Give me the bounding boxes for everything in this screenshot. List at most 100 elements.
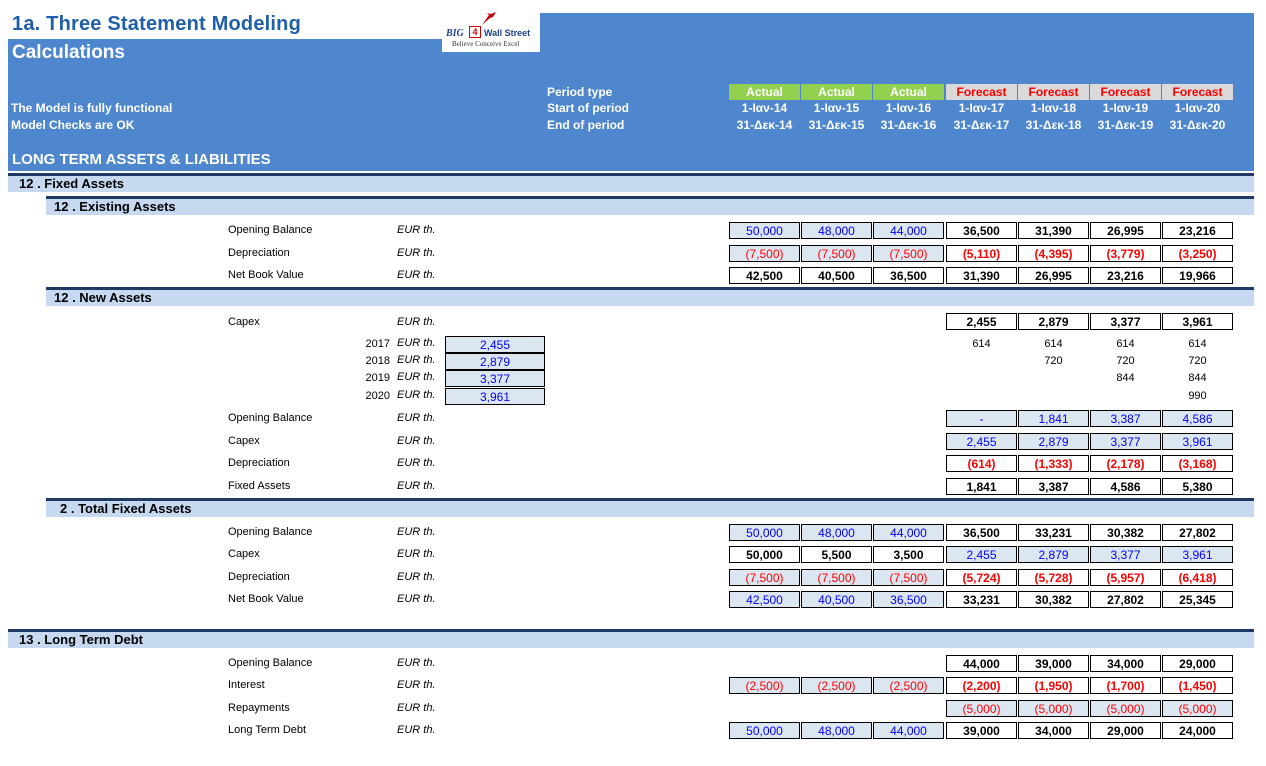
capex-cell: 3,377 bbox=[1090, 313, 1161, 330]
schedule-value: 720 bbox=[1044, 355, 1063, 367]
row-label: Opening Balance bbox=[228, 657, 313, 669]
total-fixed-assets-cell: 33,231 bbox=[1018, 524, 1089, 541]
period-end-cell: 31-Δεκ-16 bbox=[880, 118, 937, 132]
row-label: Repayments bbox=[228, 702, 290, 714]
period-start-cell: 1-Ιαν-20 bbox=[1174, 101, 1221, 115]
total-fixed-assets-cell[interactable]: (7,500) bbox=[801, 569, 872, 586]
schedule-value: 844 bbox=[1116, 372, 1135, 384]
existing-assets-cell[interactable]: 44,000 bbox=[873, 222, 944, 239]
total-fixed-assets-cell[interactable]: 50,000 bbox=[729, 524, 800, 541]
capex-input-cell[interactable]: 2,455 bbox=[445, 336, 545, 353]
total-fixed-assets-cell[interactable]: 44,000 bbox=[873, 524, 944, 541]
unit-label: EUR th. bbox=[397, 526, 436, 538]
unit-label: EUR th. bbox=[397, 337, 436, 349]
total-fixed-assets-cell: (5,957) bbox=[1090, 569, 1161, 586]
period-start-cell: 1-Ιαν-18 bbox=[1030, 101, 1077, 115]
logo-big: BIG bbox=[446, 28, 464, 39]
period-end-cell: 31-Δεκ-18 bbox=[1025, 118, 1082, 132]
long-term-debt-cell: 34,000 bbox=[1090, 655, 1161, 672]
total-fixed-assets-cell[interactable]: 36,500 bbox=[873, 591, 944, 608]
new-assets-cell: 4,586 bbox=[1090, 478, 1161, 495]
new-assets-cell: 1,841 bbox=[1018, 410, 1089, 427]
total-fixed-assets-cell: 2,455 bbox=[946, 546, 1017, 563]
long-term-debt-cell: (5,000) bbox=[946, 700, 1017, 717]
unit-label: EUR th. bbox=[397, 435, 436, 447]
existing-assets-cell: 40,500 bbox=[801, 267, 872, 284]
existing-assets-cell: 19,966 bbox=[1162, 267, 1233, 284]
existing-assets-cell[interactable]: 50,000 bbox=[729, 222, 800, 239]
schedule-year: 2017 bbox=[365, 338, 390, 350]
new-assets-cell: 1,841 bbox=[946, 478, 1017, 495]
long-term-debt-cell: (2,500) bbox=[873, 677, 944, 694]
new-assets-cell: (614) bbox=[946, 455, 1017, 472]
period-type-cell: Forecast bbox=[1090, 84, 1161, 100]
total-fixed-assets-cell: (6,418) bbox=[1162, 569, 1233, 586]
new-assets-cell: 3,387 bbox=[1090, 410, 1161, 427]
period-end-cell: 31-Δεκ-19 bbox=[1097, 118, 1154, 132]
row-label: Net Book Value bbox=[228, 593, 304, 605]
row-label: Long Term Debt bbox=[228, 724, 307, 736]
new-assets-cell: 2,879 bbox=[1018, 433, 1089, 450]
section-heading: LONG TERM ASSETS & LIABILITIES bbox=[12, 151, 271, 168]
total-fixed-assets-cell: 3,377 bbox=[1090, 546, 1161, 563]
total-fixed-assets-cell[interactable]: (7,500) bbox=[729, 569, 800, 586]
status-checks: Model Checks are OK bbox=[11, 118, 135, 132]
long-term-debt-cell: (1,950) bbox=[1018, 677, 1089, 694]
total-fixed-assets-cell: 27,802 bbox=[1162, 524, 1233, 541]
label-start-period: Start of period bbox=[547, 101, 630, 115]
existing-assets-cell: (4,395) bbox=[1018, 245, 1089, 262]
long-term-debt-cell: (5,000) bbox=[1018, 700, 1089, 717]
new-assets-cell: 2,455 bbox=[946, 433, 1017, 450]
unit-label: EUR th. bbox=[397, 316, 436, 328]
schedule-value: 614 bbox=[972, 338, 991, 350]
long-term-debt-cell: (5,000) bbox=[1090, 700, 1161, 717]
capex-input-cell[interactable]: 3,377 bbox=[445, 370, 545, 387]
total-fixed-assets-cell[interactable]: 40,500 bbox=[801, 591, 872, 608]
long-term-debt-cell: 29,000 bbox=[1090, 722, 1161, 739]
long-term-debt-cell: (2,200) bbox=[946, 677, 1017, 694]
schedule-value: 614 bbox=[1116, 338, 1135, 350]
period-type-cell: Forecast bbox=[946, 84, 1017, 100]
bird-icon bbox=[482, 12, 496, 25]
total-fixed-assets-cell: 25,345 bbox=[1162, 591, 1233, 608]
row-label: Opening Balance bbox=[228, 412, 313, 424]
long-term-debt-cell: 39,000 bbox=[1018, 655, 1089, 672]
unit-label: EUR th. bbox=[397, 593, 436, 605]
existing-assets-cell[interactable]: (7,500) bbox=[873, 245, 944, 262]
row-label: Net Book Value bbox=[228, 269, 304, 281]
big4-logo: BIG 4 Wall Street Believe Conceive Excel bbox=[442, 12, 540, 52]
row-label: Depreciation bbox=[228, 571, 290, 583]
schedule-year: 2018 bbox=[365, 355, 390, 367]
long-term-debt-cell: 24,000 bbox=[1162, 722, 1233, 739]
total-fixed-assets-cell[interactable]: 48,000 bbox=[801, 524, 872, 541]
total-fixed-assets-cell: 30,382 bbox=[1090, 524, 1161, 541]
existing-assets-cell[interactable]: (7,500) bbox=[801, 245, 872, 262]
long-term-debt-cell[interactable]: 48,000 bbox=[801, 722, 872, 739]
schedule-year: 2020 bbox=[365, 390, 390, 402]
total-fixed-assets-cell[interactable]: (7,500) bbox=[873, 569, 944, 586]
total-fixed-assets-cell: 2,879 bbox=[1018, 546, 1089, 563]
existing-assets-cell: 23,216 bbox=[1090, 267, 1161, 284]
capex-input-cell[interactable]: 2,879 bbox=[445, 353, 545, 370]
schedule-value: 990 bbox=[1188, 390, 1207, 402]
existing-assets-cell: 36,500 bbox=[946, 222, 1017, 239]
period-start-cell: 1-Ιαν-16 bbox=[885, 101, 932, 115]
new-assets-cell: 5,380 bbox=[1162, 478, 1233, 495]
long-term-debt-cell[interactable]: 50,000 bbox=[729, 722, 800, 739]
unit-label: EUR th. bbox=[397, 702, 436, 714]
existing-assets-cell: 23,216 bbox=[1162, 222, 1233, 239]
capex-input-cell[interactable]: 3,961 bbox=[445, 388, 545, 405]
schedule-value: 720 bbox=[1188, 355, 1207, 367]
period-type-cell: Forecast bbox=[1018, 84, 1089, 100]
new-assets-cell: 4,586 bbox=[1162, 410, 1233, 427]
total-fixed-assets-cell[interactable]: 42,500 bbox=[729, 591, 800, 608]
existing-assets-cell[interactable]: (7,500) bbox=[729, 245, 800, 262]
existing-assets-cell[interactable]: 48,000 bbox=[801, 222, 872, 239]
long-term-debt-cell: (1,450) bbox=[1162, 677, 1233, 694]
page-title: 1a. Three Statement Modeling bbox=[12, 13, 301, 35]
new-assets-cell: 3,961 bbox=[1162, 433, 1233, 450]
period-start-cell: 1-Ιαν-19 bbox=[1102, 101, 1149, 115]
existing-assets-cell: (3,779) bbox=[1090, 245, 1161, 262]
long-term-debt-cell[interactable]: 44,000 bbox=[873, 722, 944, 739]
row-label: Depreciation bbox=[228, 457, 290, 469]
